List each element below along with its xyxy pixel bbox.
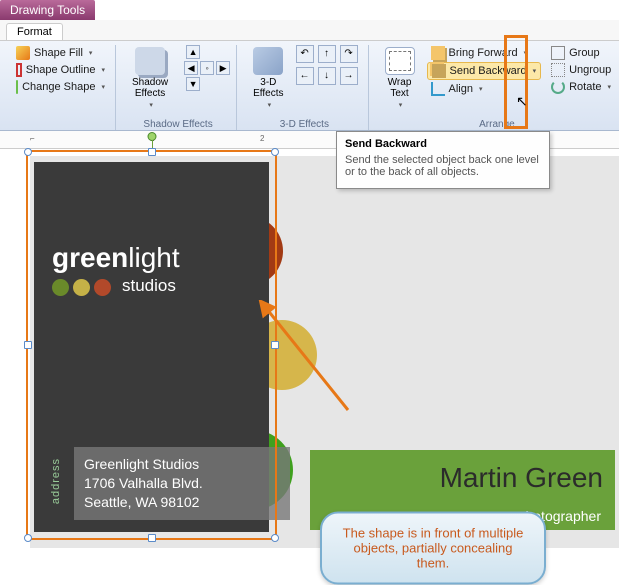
group-button[interactable]: Group xyxy=(547,45,615,61)
group-label: Group xyxy=(569,47,600,59)
3d-group-label: 3-D Effects xyxy=(241,119,367,130)
chevron-down-icon: ▾ xyxy=(101,66,105,74)
align-label: Align xyxy=(449,83,473,95)
rotate-label: Rotate xyxy=(569,81,601,93)
nudge-up-button[interactable]: ▲ xyxy=(186,45,200,59)
bring-forward-button[interactable]: Bring Forward ▾ xyxy=(427,45,542,61)
chevron-down-icon: ▾ xyxy=(479,85,483,93)
nudge-right-button[interactable]: ▶ xyxy=(216,61,230,75)
cube-icon xyxy=(253,47,283,75)
arrange-group-label: Arrange xyxy=(373,119,619,130)
tilt-up-button[interactable]: ↑ xyxy=(318,45,336,63)
document-canvas[interactable]: Martin Green photographer greenlight stu… xyxy=(0,150,619,548)
nudge-down-button[interactable]: ▼ xyxy=(186,77,200,91)
shadow-group-label: Shadow Effects xyxy=(120,119,236,130)
address-city: Seattle, WA 98102 xyxy=(84,493,280,512)
chevron-down-icon: ▾ xyxy=(533,67,537,75)
send-backward-button[interactable]: Send Backward ▾ xyxy=(427,62,542,80)
group-shape-styles: Shape Fill ▾ Shape Outline ▾ Change Shape ▾ xyxy=(6,45,116,130)
tooltip-title: Send Backward xyxy=(345,138,541,150)
align-icon xyxy=(431,82,445,96)
chevron-down-icon: ▾ xyxy=(149,101,153,109)
contextual-tab-title: Drawing Tools xyxy=(0,0,95,20)
nudge-left-button[interactable]: ◀ xyxy=(184,61,198,75)
3d-tilt-pad: ↶ ↑ ↷ ← ↓ → xyxy=(296,45,362,85)
ungroup-icon xyxy=(551,63,565,77)
chevron-down-icon: ▾ xyxy=(524,49,528,57)
callout-text: The shape is in front of multiple object… xyxy=(343,526,524,571)
tooltip-send-backward: Send Backward Send the selected object b… xyxy=(336,131,550,189)
change-shape-button[interactable]: Change Shape ▾ xyxy=(12,79,109,95)
pencil-outline-icon xyxy=(16,63,22,77)
shadow-nudge-pad: ▲ ◀◦▶ ▼ xyxy=(184,45,230,91)
group-icon xyxy=(551,46,565,60)
chevron-down-icon: ▾ xyxy=(89,49,93,57)
shape-fill-label: Shape Fill xyxy=(34,47,83,59)
tilt-left-button[interactable]: ↶ xyxy=(296,45,314,63)
3d-effects-button[interactable]: 3-D Effects ▾ xyxy=(247,45,289,111)
resize-handle[interactable] xyxy=(148,148,156,156)
business-card-shape[interactable]: greenlight studios address Greenlight St… xyxy=(34,162,269,532)
wrap-text-label: Wrap Text xyxy=(388,77,412,99)
wrap-text-button[interactable]: Wrap Text ▾ xyxy=(379,45,421,111)
change-shape-label: Change Shape xyxy=(22,81,95,93)
bring-forward-label: Bring Forward xyxy=(449,47,518,59)
ungroup-label: Ungroup xyxy=(569,64,611,76)
chevron-down-icon: ▾ xyxy=(268,101,272,109)
bring-forward-icon xyxy=(431,46,445,60)
rotate-button[interactable]: Rotate ▾ xyxy=(547,79,615,95)
shadow-effects-button[interactable]: Shadow Effects ▾ xyxy=(126,45,174,111)
chevron-down-icon: ▾ xyxy=(101,83,105,91)
3d-effects-label: 3-D Effects xyxy=(253,77,283,99)
rotate-icon xyxy=(551,80,565,94)
tilt-rright-button[interactable]: → xyxy=(340,67,358,85)
tooltip-body: Send the selected object back one level … xyxy=(345,154,541,178)
wrap-text-icon xyxy=(385,47,415,75)
mouse-pointer-icon: ↖ xyxy=(516,93,528,110)
person-name: Martin Green xyxy=(440,462,603,494)
group-arrange: Wrap Text ▾ Bring Forward ▾ Send Backward… xyxy=(373,45,619,130)
tilt-lleft-button[interactable]: ← xyxy=(296,67,314,85)
shape-outline-label: Shape Outline xyxy=(26,64,96,76)
tilt-right-button[interactable]: ↷ xyxy=(340,45,358,63)
tutorial-callout: The shape is in front of multiple object… xyxy=(320,512,546,585)
send-backward-label: Send Backward xyxy=(450,65,527,77)
send-backward-icon xyxy=(432,64,446,78)
tab-format[interactable]: Format xyxy=(6,23,63,40)
logo-subtext: studios xyxy=(122,276,176,296)
address-company: Greenlight Studios xyxy=(84,455,280,474)
change-shape-icon xyxy=(16,80,18,94)
shape-outline-button[interactable]: Shape Outline ▾ xyxy=(12,62,109,78)
resize-handle[interactable] xyxy=(24,148,32,156)
group-shadow-effects: Shadow Effects ▾ ▲ ◀◦▶ ▼ Shadow Effects xyxy=(120,45,237,130)
bucket-icon xyxy=(16,46,30,60)
logo-dots xyxy=(52,279,111,296)
resize-handle[interactable] xyxy=(271,148,279,156)
address-heading: address xyxy=(50,458,62,504)
chevron-down-icon: ▾ xyxy=(399,101,403,109)
ribbon: Shape Fill ▾ Shape Outline ▾ Change Shape ▾… xyxy=(0,41,619,131)
address-block[interactable]: Greenlight Studios 1706 Valhalla Blvd. S… xyxy=(74,447,290,520)
shape-fill-button[interactable]: Shape Fill ▾ xyxy=(12,45,109,61)
tilt-down-button[interactable]: ↓ xyxy=(318,67,336,85)
shadow-effects-label: Shadow Effects xyxy=(132,77,168,99)
ribbon-tab-bar: Format xyxy=(0,20,619,41)
group-3d-effects: 3-D Effects ▾ ↶ ↑ ↷ ← ↓ → 3-D Effects xyxy=(241,45,368,130)
shadow-effects-icon xyxy=(135,47,165,75)
logo-text: greenlight xyxy=(52,242,180,274)
nudge-center-button[interactable]: ◦ xyxy=(200,61,214,75)
address-street: 1706 Valhalla Blvd. xyxy=(84,474,280,493)
chevron-down-icon: ▾ xyxy=(608,83,612,91)
ungroup-button[interactable]: Ungroup xyxy=(547,62,615,78)
